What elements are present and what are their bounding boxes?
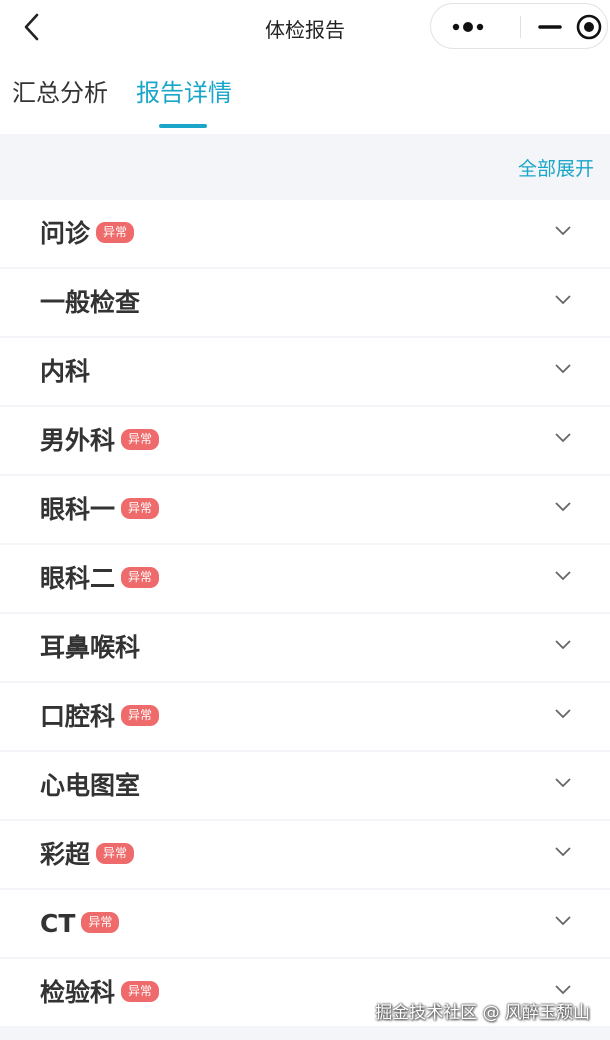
section-label: 一般检查 [40, 288, 141, 317]
section-label: 男外科 [40, 426, 116, 455]
chevron-down-icon [555, 709, 571, 719]
section-label: 眼科一 [40, 495, 116, 524]
abnormal-badge: 异常 [121, 566, 160, 588]
tab-summary[interactable]: 汇总分析 [12, 78, 108, 108]
chevron-down-icon [555, 295, 571, 305]
chevron-down-icon [555, 226, 571, 236]
section-row[interactable]: 彩超 异常 [0, 821, 610, 888]
expand-all-button[interactable]: 全部展开 [518, 154, 594, 181]
section-row[interactable]: 眼科二 异常 [0, 545, 610, 612]
chevron-down-icon [555, 778, 571, 788]
abnormal-badge: 异常 [96, 221, 135, 243]
section-row[interactable]: 心电图室 [0, 752, 610, 819]
chevron-down-icon [555, 571, 571, 581]
chevron-down-icon [555, 502, 571, 512]
section-label: 问诊 [40, 219, 91, 248]
abnormal-badge: 异常 [81, 911, 120, 933]
close-target-icon[interactable] [575, 13, 603, 41]
section-row[interactable]: 问诊 异常 [0, 200, 610, 267]
section-label: 眼科二 [40, 564, 116, 593]
chevron-down-icon [555, 640, 571, 650]
section-label: 心电图室 [40, 771, 141, 800]
chevron-down-icon [555, 433, 571, 443]
abnormal-badge: 异常 [121, 704, 160, 726]
section-row[interactable]: 耳鼻喉科 [0, 614, 610, 681]
active-tab-indicator [159, 124, 207, 128]
abnormal-badge: 异常 [96, 842, 135, 864]
section-label: 检验科 [40, 978, 116, 1007]
navigation-bar: 体检报告 [0, 0, 610, 54]
toolbar: 全部展开 [0, 134, 610, 200]
abnormal-badge: 异常 [121, 980, 160, 1002]
section-label: 内科 [40, 357, 91, 386]
capsule-divider [520, 16, 521, 38]
chevron-down-icon [555, 985, 571, 995]
tab-bar: 汇总分析 报告详情 [0, 54, 610, 134]
section-label: 彩超 [40, 840, 91, 869]
more-dots-icon[interactable] [451, 18, 487, 36]
section-label: 耳鼻喉科 [40, 633, 141, 662]
abnormal-badge: 异常 [121, 497, 160, 519]
tab-report-detail[interactable]: 报告详情 [136, 78, 232, 108]
chevron-down-icon [555, 847, 571, 857]
section-row[interactable]: 口腔科 异常 [0, 683, 610, 750]
mini-program-capsule [430, 3, 608, 49]
watermark: 掘金技术社区 @ 风醉玉颓山 [375, 1003, 590, 1023]
section-row[interactable]: CT 异常 [0, 890, 610, 957]
abnormal-badge: 异常 [121, 428, 160, 450]
section-label: 口腔科 [40, 702, 116, 731]
section-row[interactable]: 男外科 异常 [0, 407, 610, 474]
chevron-down-icon [555, 916, 571, 926]
chevron-down-icon [555, 364, 571, 374]
section-label: CT [40, 909, 76, 938]
section-row[interactable]: 眼科一 异常 [0, 476, 610, 543]
section-row[interactable]: 内科 [0, 338, 610, 405]
minimize-icon[interactable] [537, 18, 563, 36]
section-row[interactable]: 一般检查 [0, 269, 610, 336]
